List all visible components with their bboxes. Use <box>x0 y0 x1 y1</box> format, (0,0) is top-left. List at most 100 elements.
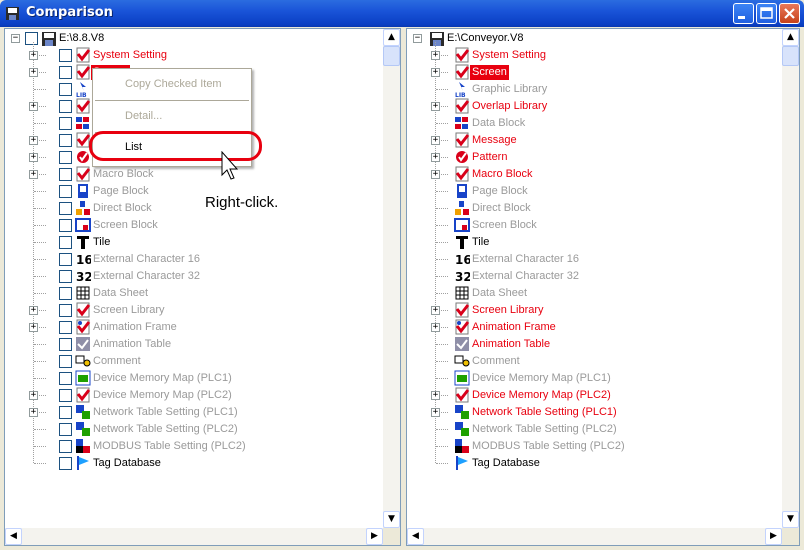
expand-icon[interactable]: + <box>29 323 38 332</box>
item-checkbox[interactable] <box>59 253 72 266</box>
expand-icon[interactable]: + <box>431 51 440 60</box>
tree-item-screen[interactable]: + Screen <box>407 64 777 81</box>
tree-item-direct-block[interactable]: Direct Block <box>407 200 777 217</box>
expand-icon[interactable]: + <box>431 68 440 77</box>
item-checkbox[interactable] <box>59 440 72 453</box>
expand-icon[interactable]: + <box>29 153 38 162</box>
left-vertical-scrollbar[interactable]: ▲ ▼ <box>383 29 400 528</box>
expand-icon[interactable]: + <box>29 102 38 111</box>
scroll-down-button[interactable]: ▼ <box>383 511 400 528</box>
root-checkbox[interactable] <box>25 32 38 45</box>
collapse-icon[interactable]: − <box>413 34 422 43</box>
tree-item-modbus-table-setting-plc2[interactable]: MODBUS Table Setting (PLC2) <box>5 438 375 455</box>
tree-item-device-memory-map-plc1[interactable]: Device Memory Map (PLC1) <box>5 370 375 387</box>
tree-item-network-table-setting-plc2[interactable]: Network Table Setting (PLC2) <box>407 421 777 438</box>
expand-icon[interactable]: + <box>431 408 440 417</box>
item-checkbox[interactable] <box>59 134 72 147</box>
expand-icon[interactable]: + <box>431 102 440 111</box>
item-checkbox[interactable] <box>59 406 72 419</box>
tree-item-macro-block[interactable]: + Macro Block <box>5 166 375 183</box>
expand-icon[interactable]: + <box>29 68 38 77</box>
item-checkbox[interactable] <box>59 168 72 181</box>
expand-icon[interactable]: + <box>29 306 38 315</box>
tree-item-tile[interactable]: Tile <box>5 234 375 251</box>
tree-item-system-setting[interactable]: + System Setting <box>5 47 375 64</box>
tree-item-external-character-32[interactable]: 32 External Character 32 <box>407 268 777 285</box>
item-checkbox[interactable] <box>59 389 72 402</box>
item-checkbox[interactable] <box>59 49 72 62</box>
scroll-left-button[interactable]: ◀ <box>5 528 22 545</box>
tree-root-row[interactable]: − E:\8.8.V8 <box>5 30 375 47</box>
item-checkbox[interactable] <box>59 202 72 215</box>
left-horizontal-scrollbar[interactable]: ◀ ▶ <box>5 528 383 545</box>
expand-icon[interactable]: + <box>29 408 38 417</box>
expand-icon[interactable]: + <box>431 136 440 145</box>
scroll-right-button[interactable]: ▶ <box>765 528 782 545</box>
tree-item-modbus-table-setting-plc2[interactable]: MODBUS Table Setting (PLC2) <box>407 438 777 455</box>
expand-icon[interactable]: + <box>431 153 440 162</box>
tree-item-screen-library[interactable]: + Screen Library <box>407 302 777 319</box>
tree-item-animation-table[interactable]: Animation Table <box>5 336 375 353</box>
item-checkbox[interactable] <box>59 321 72 334</box>
scroll-down-button[interactable]: ▼ <box>782 511 799 528</box>
expand-icon[interactable]: + <box>431 323 440 332</box>
title-bar[interactable]: Comparison <box>0 0 804 27</box>
tree-item-screen-block[interactable]: Screen Block <box>407 217 777 234</box>
scroll-left-button[interactable]: ◀ <box>407 528 424 545</box>
tree-item-screen-library[interactable]: + Screen Library <box>5 302 375 319</box>
expand-icon[interactable]: + <box>29 391 38 400</box>
tree-item-device-memory-map-plc2[interactable]: + Device Memory Map (PLC2) <box>407 387 777 404</box>
item-checkbox[interactable] <box>59 457 72 470</box>
tree-item-external-character-16[interactable]: 16 External Character 16 <box>5 251 375 268</box>
tree-root-row[interactable]: − E:\Conveyor.V8 <box>407 30 777 47</box>
close-button[interactable] <box>779 3 800 24</box>
tree-item-data-sheet[interactable]: Data Sheet <box>407 285 777 302</box>
maximize-button[interactable] <box>756 3 777 24</box>
tree-item-tag-database[interactable]: Tag Database <box>407 455 777 472</box>
tree-item-animation-table[interactable]: Animation Table <box>407 336 777 353</box>
expand-icon[interactable]: + <box>29 51 38 60</box>
expand-icon[interactable]: + <box>431 170 440 179</box>
tree-item-comment[interactable]: Comment <box>5 353 375 370</box>
tree-item-data-block[interactable]: Data Block <box>407 115 777 132</box>
right-horizontal-scrollbar[interactable]: ◀ ▶ <box>407 528 782 545</box>
tree-item-system-setting[interactable]: + System Setting <box>407 47 777 64</box>
expand-icon[interactable]: + <box>29 136 38 145</box>
tree-item-network-table-setting-plc1[interactable]: + Network Table Setting (PLC1) <box>407 404 777 421</box>
item-checkbox[interactable] <box>59 338 72 351</box>
tree-item-network-table-setting-plc2[interactable]: Network Table Setting (PLC2) <box>5 421 375 438</box>
scroll-right-button[interactable]: ▶ <box>366 528 383 545</box>
tree-item-direct-block[interactable]: Direct Block <box>5 200 375 217</box>
tree-item-external-character-32[interactable]: 32 External Character 32 <box>5 268 375 285</box>
tree-item-external-character-16[interactable]: 16 External Character 16 <box>407 251 777 268</box>
scroll-up-button[interactable]: ▲ <box>782 29 799 46</box>
tree-item-page-block[interactable]: Page Block <box>407 183 777 200</box>
expand-icon[interactable]: + <box>431 391 440 400</box>
tree-item-network-table-setting-plc1[interactable]: + Network Table Setting (PLC1) <box>5 404 375 421</box>
item-checkbox[interactable] <box>59 151 72 164</box>
item-checkbox[interactable] <box>59 287 72 300</box>
tree-item-data-sheet[interactable]: Data Sheet <box>5 285 375 302</box>
menu-item-copy-checked[interactable]: Copy Checked Item <box>93 73 251 95</box>
item-checkbox[interactable] <box>59 185 72 198</box>
item-checkbox[interactable] <box>59 423 72 436</box>
item-checkbox[interactable] <box>59 372 72 385</box>
tree-item-device-memory-map-plc2[interactable]: + Device Memory Map (PLC2) <box>5 387 375 404</box>
item-checkbox[interactable] <box>59 236 72 249</box>
item-checkbox[interactable] <box>59 304 72 317</box>
item-checkbox[interactable] <box>59 66 72 79</box>
tree-item-overlap-library[interactable]: + Overlap Library <box>407 98 777 115</box>
menu-item-detail[interactable]: Detail... <box>93 105 251 127</box>
scroll-thumb[interactable] <box>383 46 400 66</box>
item-checkbox[interactable] <box>59 270 72 283</box>
minimize-button[interactable] <box>733 3 754 24</box>
scroll-thumb[interactable] <box>782 46 799 66</box>
item-checkbox[interactable] <box>59 83 72 96</box>
tree-item-tag-database[interactable]: Tag Database <box>5 455 375 472</box>
tree-item-page-block[interactable]: Page Block <box>5 183 375 200</box>
tree-item-comment[interactable]: Comment <box>407 353 777 370</box>
tree-item-pattern[interactable]: + Pattern <box>407 149 777 166</box>
item-checkbox[interactable] <box>59 219 72 232</box>
tree-item-device-memory-map-plc1[interactable]: Device Memory Map (PLC1) <box>407 370 777 387</box>
tree-item-graphic-library[interactable]: LIB Graphic Library <box>407 81 777 98</box>
